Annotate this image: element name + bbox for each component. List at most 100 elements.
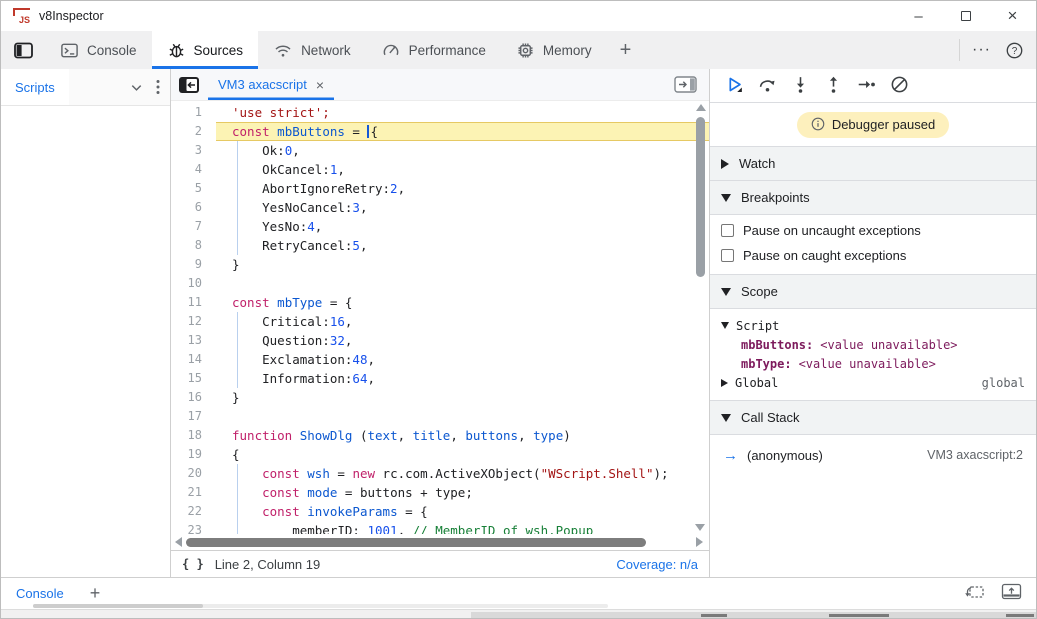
code-line[interactable]: YesNo:4, xyxy=(216,217,709,236)
code-line[interactable]: Exclamation:48, xyxy=(216,350,709,369)
drawer-new-tab-button[interactable]: + xyxy=(79,583,112,604)
code-line[interactable]: const mbType = { xyxy=(216,293,709,312)
checkbox-unchecked[interactable] xyxy=(721,224,734,237)
line-number[interactable]: 11 xyxy=(171,293,216,312)
code-line[interactable]: function ShowDlg (text, title, buttons, … xyxy=(216,426,709,445)
editor-horizontal-scrollbar[interactable] xyxy=(171,534,709,550)
call-stack-list: →(anonymous)VM3 axacscript:2 xyxy=(710,435,1036,475)
code-line[interactable]: AbortIgnoreRetry:2, xyxy=(216,179,709,198)
line-number[interactable]: 20 xyxy=(171,464,216,483)
drawer-scrollbar[interactable] xyxy=(33,604,608,608)
step-button[interactable] xyxy=(851,72,881,99)
tab-scripts[interactable]: Scripts xyxy=(1,69,69,105)
navigator-dropdown-button[interactable] xyxy=(123,80,150,95)
section-watch[interactable]: Watch xyxy=(710,147,1036,181)
code-line[interactable]: Question:32, xyxy=(216,331,709,350)
section-breakpoints[interactable]: Breakpoints xyxy=(710,181,1036,215)
line-number[interactable]: 19 xyxy=(171,445,216,464)
line-number[interactable]: 18 xyxy=(171,426,216,445)
coverage-link[interactable]: Coverage: n/a xyxy=(616,557,698,572)
new-tool-tab-button[interactable]: + xyxy=(607,31,645,69)
scroll-right-arrow[interactable] xyxy=(696,537,703,547)
scroll-left-arrow[interactable] xyxy=(175,537,182,547)
tab-sources[interactable]: Sources xyxy=(152,31,259,69)
step-over-button[interactable] xyxy=(752,72,782,99)
pause-option-row[interactable]: Pause on uncaught exceptions xyxy=(710,218,1036,243)
close-tab-button[interactable]: × xyxy=(316,77,324,93)
line-number[interactable]: 5 xyxy=(171,179,216,198)
line-number[interactable]: 22 xyxy=(171,502,216,521)
line-number[interactable]: 9 xyxy=(171,255,216,274)
toggle-navigator-button[interactable] xyxy=(178,76,200,94)
code-line[interactable]: } xyxy=(216,388,709,407)
line-number[interactable]: 3 xyxy=(171,141,216,160)
code-line[interactable]: Ok:0, xyxy=(216,141,709,160)
line-number[interactable]: 17 xyxy=(171,407,216,426)
line-number[interactable]: 6 xyxy=(171,198,216,217)
more-options-button[interactable]: ··· xyxy=(960,31,1003,69)
code-line[interactable] xyxy=(216,274,709,293)
code-line[interactable]: RetryCancel:5, xyxy=(216,236,709,255)
help-button[interactable]: ? xyxy=(1003,31,1036,69)
chip-icon xyxy=(516,41,535,60)
close-button[interactable]: × xyxy=(989,1,1036,31)
scroll-down-arrow[interactable] xyxy=(695,524,705,531)
resume-button[interactable] xyxy=(719,72,749,99)
line-number[interactable]: 15 xyxy=(171,369,216,388)
code-line[interactable]: const invokeParams = { xyxy=(216,502,709,521)
tab-memory[interactable]: Memory xyxy=(501,31,607,69)
section-call-stack[interactable]: Call Stack xyxy=(710,401,1036,435)
call-stack-frame[interactable]: →(anonymous)VM3 axacscript:2 xyxy=(710,444,1036,466)
line-number[interactable]: 13 xyxy=(171,331,216,350)
scope-group-global[interactable]: Globalglobal xyxy=(710,373,1036,392)
pretty-print-button[interactable]: { } xyxy=(182,557,204,571)
line-number[interactable]: 7 xyxy=(171,217,216,236)
tab-network[interactable]: Network xyxy=(258,31,366,69)
tab-performance[interactable]: Performance xyxy=(366,31,501,69)
line-number[interactable]: 10 xyxy=(171,274,216,293)
code-line[interactable]: const mode = buttons + type; xyxy=(216,483,709,502)
line-number[interactable]: 14 xyxy=(171,350,216,369)
checkbox-unchecked[interactable] xyxy=(721,249,734,262)
step-into-button[interactable] xyxy=(785,72,815,99)
horizontal-scroll-thumb[interactable] xyxy=(186,538,646,547)
code-line[interactable]: YesNoCancel:3, xyxy=(216,198,709,217)
minimize-button[interactable]: – xyxy=(895,1,942,31)
code-line[interactable]: 'use strict'; xyxy=(216,103,709,122)
line-number[interactable]: 4 xyxy=(171,160,216,179)
dock-side-button[interactable] xyxy=(1,31,45,69)
code-line[interactable]: Critical:16, xyxy=(216,312,709,331)
editor-tab-vm3-axacscript[interactable]: VM3 axacscript × xyxy=(208,69,334,100)
deactivate-breakpoints-button[interactable] xyxy=(884,72,914,99)
section-scope[interactable]: Scope xyxy=(710,275,1036,309)
editor-vertical-scrollbar[interactable] xyxy=(694,104,707,531)
navigator-menu-button[interactable] xyxy=(150,79,170,95)
code-line[interactable]: { xyxy=(216,445,709,464)
pause-option-row[interactable]: Pause on caught exceptions xyxy=(710,243,1036,268)
code-line[interactable] xyxy=(216,407,709,426)
code-line[interactable]: Information:64, xyxy=(216,369,709,388)
line-number[interactable]: 21 xyxy=(171,483,216,502)
code-line[interactable]: } xyxy=(216,255,709,274)
line-number[interactable]: 1 xyxy=(171,103,216,122)
code-line[interactable]: OkCancel:1, xyxy=(216,160,709,179)
line-number[interactable]: 2 xyxy=(171,122,216,141)
open-in-panel-button[interactable] xyxy=(674,76,702,93)
tab-console[interactable]: Console xyxy=(45,31,152,69)
line-number[interactable]: 16 xyxy=(171,388,216,407)
scroll-up-arrow[interactable] xyxy=(696,104,706,111)
scripts-tree[interactable] xyxy=(1,106,170,577)
line-number[interactable]: 8 xyxy=(171,236,216,255)
maximize-button[interactable] xyxy=(942,1,989,31)
expand-panel-button[interactable] xyxy=(1001,583,1022,605)
line-number[interactable]: 12 xyxy=(171,312,216,331)
scope-group-script[interactable]: Script xyxy=(710,316,1036,335)
code-line[interactable]: const wsh = new rc.com.ActiveXObject("WS… xyxy=(216,464,709,483)
restore-dock-button[interactable] xyxy=(963,583,985,605)
code-line-paused[interactable]: const mbButtons = { xyxy=(216,122,709,141)
line-number[interactable]: 23 xyxy=(171,521,216,534)
code-editor[interactable]: 1'use strict';2const mbButtons = {3 Ok:0… xyxy=(171,101,709,534)
step-out-button[interactable] xyxy=(818,72,848,99)
vertical-scroll-thumb[interactable] xyxy=(696,117,705,277)
code-line[interactable]: memberID: 1001, // MemberID of wsh.Popup xyxy=(216,521,709,534)
